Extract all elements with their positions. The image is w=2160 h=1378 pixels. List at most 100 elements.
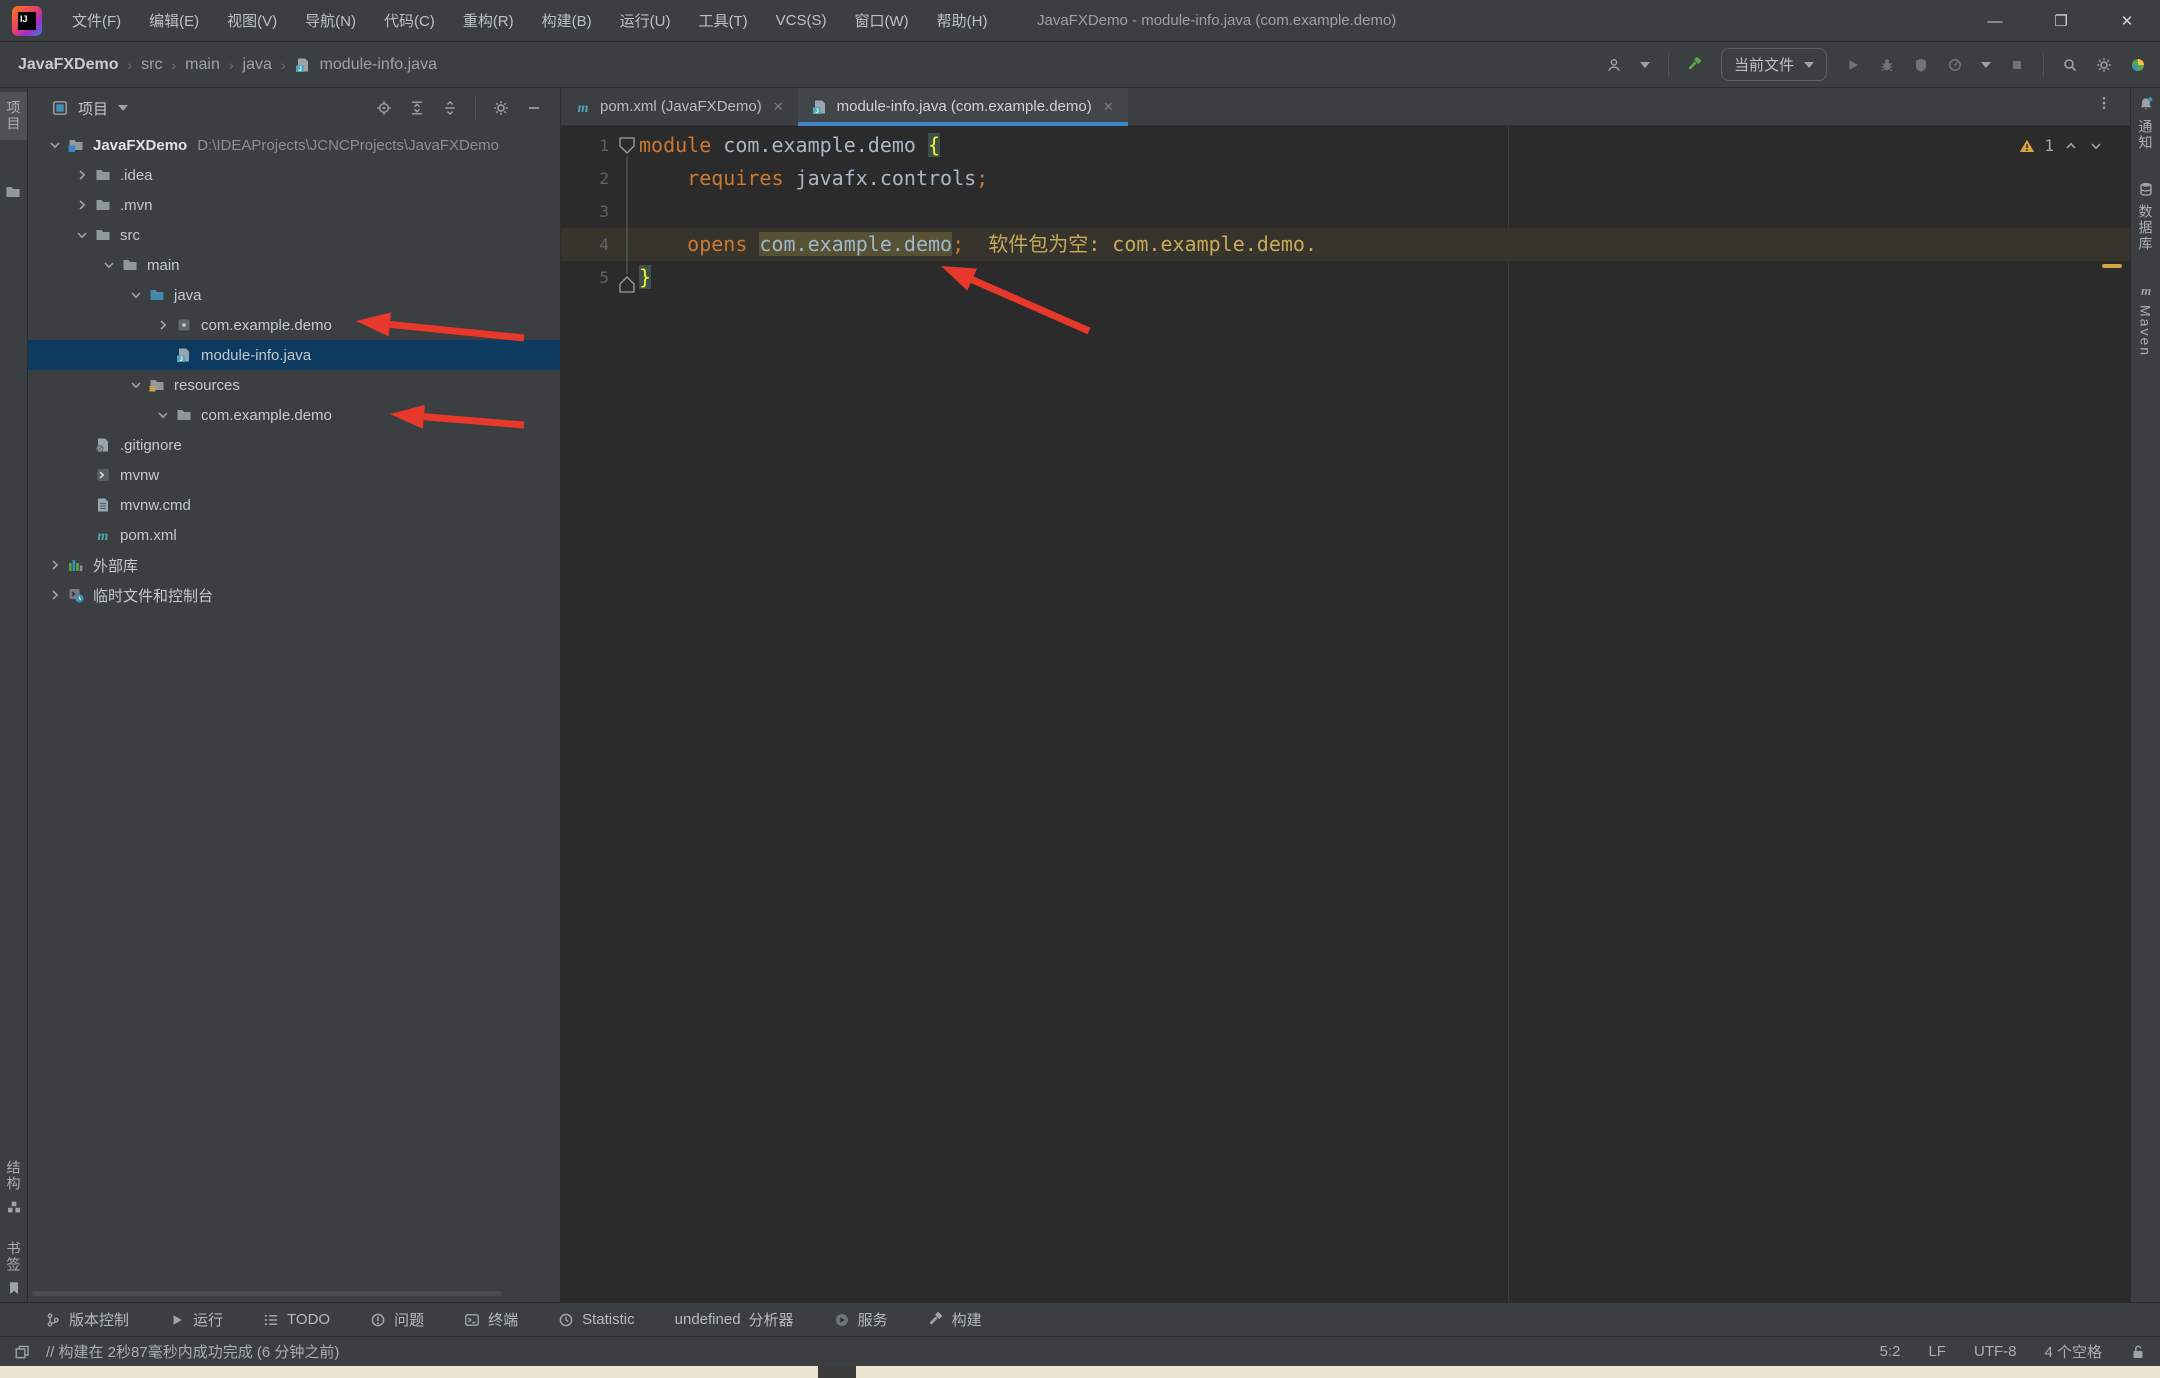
stripe-tab-书签[interactable]: 书签 <box>4 1241 24 1296</box>
collapse-all-icon[interactable] <box>442 100 458 116</box>
indent-setting[interactable]: 4 个空格 <box>2044 1341 2102 1362</box>
inspection-widget[interactable]: 1 <box>2019 136 2104 155</box>
error-stripe-warning-mark[interactable] <box>2102 264 2122 268</box>
code-editor[interactable]: 1module com.example.demo {2 requires jav… <box>561 126 2130 1302</box>
close-icon[interactable]: ✕ <box>1103 99 1114 115</box>
tree-item-com.example.demo[interactable]: com.example.demo <box>28 310 560 340</box>
breadcrumb-item[interactable]: java <box>243 56 272 74</box>
chevron-down-icon[interactable] <box>1981 62 1991 68</box>
chevron-down-icon[interactable] <box>118 105 128 111</box>
gear-icon[interactable] <box>493 100 509 116</box>
unlock-icon[interactable] <box>2130 1344 2146 1360</box>
chevron-right-icon[interactable] <box>44 586 66 604</box>
tree-item-main[interactable]: main <box>28 250 560 280</box>
code-line-5[interactable]: 5} <box>561 261 2130 294</box>
menu-5[interactable]: 代码(C) <box>372 6 447 35</box>
tree-item-java[interactable]: java <box>28 280 560 310</box>
chevron-up-icon[interactable] <box>2063 138 2079 154</box>
breadcrumb-item[interactable]: main <box>185 56 220 74</box>
tool-window-button-终端[interactable]: 终端 <box>464 1309 518 1330</box>
code-line-1[interactable]: 1module com.example.demo { <box>561 129 2130 162</box>
stripe-tab-结构[interactable]: 结构 <box>4 1160 24 1215</box>
stripe-tab-数据库[interactable]: 数据库 <box>2136 181 2156 252</box>
maximize-button[interactable]: ❐ <box>2028 0 2094 42</box>
chevron-down-icon[interactable] <box>152 406 174 424</box>
breadcrumb-item[interactable]: src <box>141 56 162 74</box>
chevron-down-icon[interactable] <box>1640 62 1650 68</box>
code-line-2[interactable]: 2 requires javafx.controls; <box>561 162 2130 195</box>
menu-12[interactable]: 帮助(H) <box>925 6 1000 35</box>
fold-markers[interactable] <box>561 126 661 446</box>
gear-icon[interactable] <box>2096 57 2112 73</box>
chevron-right-icon[interactable] <box>152 316 174 334</box>
chevron-right-icon[interactable] <box>44 556 66 574</box>
tree-item-mvnw[interactable]: mvnw <box>28 460 560 490</box>
tree-item-_[interactable]: 外部库 <box>28 550 560 580</box>
chevron-right-icon[interactable] <box>71 196 93 214</box>
tool-window-button-问题[interactable]: 问题 <box>370 1309 424 1330</box>
close-button[interactable]: ✕ <box>2094 0 2160 42</box>
tree-item-.idea[interactable]: .idea <box>28 160 560 190</box>
coverage-icon[interactable] <box>1913 57 1929 73</box>
tool-window-button-Statistic[interactable]: Statistic <box>558 1311 635 1328</box>
menu-3[interactable]: 视图(V) <box>215 6 289 35</box>
chevron-down-icon[interactable] <box>125 286 147 304</box>
debug-icon[interactable] <box>1879 57 1895 73</box>
tree-item-.mvn[interactable]: .mvn <box>28 190 560 220</box>
stripe-tab-通知[interactable]: 通知 <box>2136 96 2156 151</box>
file-encoding[interactable]: UTF-8 <box>1974 1343 2017 1360</box>
profiler-icon[interactable] <box>1947 57 1963 73</box>
chevron-down-icon[interactable] <box>71 226 93 244</box>
close-icon[interactable]: ✕ <box>773 99 784 115</box>
tool-window-button-运行[interactable]: 运行 <box>169 1309 223 1330</box>
tool-window-button-服务[interactable]: 服务 <box>834 1309 888 1330</box>
menu-8[interactable]: 运行(U) <box>608 6 683 35</box>
breadcrumb-item[interactable]: JavaFXDemo <box>18 56 119 74</box>
stripe-tab-Maven[interactable]: mMaven <box>2138 282 2154 357</box>
code-line-3[interactable]: 3 <box>561 195 2130 228</box>
expand-all-icon[interactable] <box>409 100 425 116</box>
tree-item-.gitignore[interactable]: .gitignore <box>28 430 560 460</box>
menu-1[interactable]: 文件(F) <box>60 6 133 35</box>
chevron-down-icon[interactable] <box>2088 138 2104 154</box>
tree-item-com.example.demo[interactable]: com.example.demo <box>28 400 560 430</box>
chevron-down-icon[interactable] <box>125 376 147 394</box>
minimize-button[interactable]: — <box>1962 0 2028 42</box>
stop-icon[interactable] <box>2009 57 2025 73</box>
more-options-icon[interactable] <box>2096 95 2112 111</box>
menu-11[interactable]: 窗口(W) <box>842 6 920 35</box>
plugin-icon[interactable] <box>2130 57 2146 73</box>
tool-window-switcher-icon[interactable] <box>14 1344 30 1360</box>
tree-item-JavaFXDemo[interactable]: JavaFXDemoD:\IDEAProjects\JCNCProjects\J… <box>28 130 560 160</box>
code-line-4[interactable]: 4 opens com.example.demo; 软件包为空: com.exa… <box>561 228 2130 261</box>
editor-tab-1[interactable]: mpom.xml (JavaFXDemo)✕ <box>561 88 798 125</box>
menu-4[interactable]: 导航(N) <box>293 6 368 35</box>
chevron-down-icon[interactable] <box>98 256 120 274</box>
tool-window-button-分析器[interactable]: undefined分析器 <box>675 1309 794 1330</box>
editor-tab-2[interactable]: Jmodule-info.java (com.example.demo)✕ <box>798 88 1128 125</box>
menu-2[interactable]: 编辑(E) <box>137 6 211 35</box>
tree-item-module-info.java[interactable]: Jmodule-info.java <box>28 340 560 370</box>
tool-window-button-TODO[interactable]: TODO <box>263 1311 330 1328</box>
menu-6[interactable]: 重构(R) <box>451 6 526 35</box>
horizontal-scrollbar[interactable] <box>32 1291 502 1296</box>
tree-item-resources[interactable]: resources <box>28 370 560 400</box>
run-icon[interactable] <box>1845 57 1861 73</box>
menu-10[interactable]: VCS(S) <box>764 8 839 33</box>
run-configuration-combo[interactable]: 当前文件 <box>1721 48 1827 81</box>
tree-item-pom.xml[interactable]: mpom.xml <box>28 520 560 550</box>
menu-7[interactable]: 构建(B) <box>530 6 604 35</box>
stripe-tab-project[interactable]: 项目 <box>0 92 27 140</box>
search-icon[interactable] <box>2062 57 2078 73</box>
hide-panel-icon[interactable] <box>526 100 542 116</box>
build-hammer-icon[interactable] <box>1687 57 1703 73</box>
chevron-right-icon[interactable] <box>71 166 93 184</box>
caret-position[interactable]: 5:2 <box>1880 1343 1901 1360</box>
tree-item-_[interactable]: 临时文件和控制台 <box>28 580 560 610</box>
tool-window-button-版本控制[interactable]: 版本控制 <box>45 1309 129 1330</box>
breadcrumb-item[interactable]: module-info.java <box>320 56 437 74</box>
folder-icon[interactable] <box>5 184 21 200</box>
menu-9[interactable]: 工具(T) <box>686 6 759 35</box>
tool-window-button-构建[interactable]: 构建 <box>928 1309 982 1330</box>
tree-item-src[interactable]: src <box>28 220 560 250</box>
